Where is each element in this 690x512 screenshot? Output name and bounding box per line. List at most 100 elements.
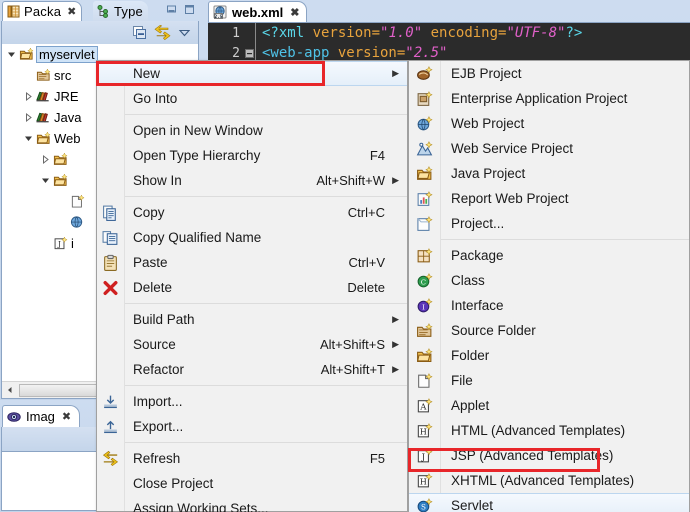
menu-item-web-service-project[interactable]: Web Service Project [409, 136, 689, 161]
maximize-icon[interactable] [183, 3, 196, 16]
xml-file-icon [70, 216, 83, 228]
context-menu[interactable]: New ▶ Go Into Open in New Window Open Type H… [96, 60, 408, 512]
menu-item-label: HTML (Advanced Templates) [451, 423, 626, 438]
line-number: 1 [208, 25, 244, 41]
menu-item-package[interactable]: Package [409, 243, 689, 268]
menu-item-show-in[interactable]: Show In Alt+Shift+W ▶ [97, 168, 407, 193]
line-number: 2 [208, 45, 244, 61]
refresh-icon [102, 450, 119, 466]
menu-item-jsp-advanced-templates[interactable]: J JSP (Advanced Templates) [409, 443, 689, 468]
menu-item-paste[interactable]: Paste Ctrl+V [97, 250, 407, 275]
expand-arrow-icon[interactable] [40, 175, 51, 186]
menu-item-refactor[interactable]: Refactor Alt+Shift+T ▶ [97, 357, 407, 382]
menu-item-label: Export... [133, 419, 184, 434]
file-icon [418, 372, 433, 388]
menu-item-build-path[interactable]: Build Path ▶ [97, 307, 407, 332]
type-hierarchy-icon [97, 4, 110, 18]
menu-item-folder[interactable]: Folder [409, 343, 689, 368]
tab-type-hierarchy[interactable]: Type [93, 1, 148, 21]
menu-item-web-project[interactable]: Web Project [409, 111, 689, 136]
menu-item-label: Open Type Hierarchy [133, 148, 261, 163]
jsp-file-icon: J [417, 447, 433, 462]
svg-text:C: C [421, 278, 426, 286]
menu-item-file[interactable]: File [409, 368, 689, 393]
code-token: "1.0" [380, 25, 423, 41]
view-menu-icon[interactable] [178, 26, 191, 39]
collapse-arrow-icon[interactable] [23, 112, 34, 123]
menu-item-label: Folder [451, 348, 490, 363]
package-explorer-toolbar [2, 21, 198, 44]
scroll-left-icon[interactable] [2, 382, 18, 398]
collapse-arrow-icon[interactable] [40, 154, 51, 165]
collapse-all-icon[interactable] [132, 25, 147, 40]
menu-item-interface[interactable]: I Interface [409, 293, 689, 318]
menu-item-source[interactable]: Source Alt+Shift+S ▶ [97, 332, 407, 357]
menu-item-open-in-new-window[interactable]: Open in New Window [97, 118, 407, 143]
menu-item-shortcut: Alt+Shift+S [319, 337, 385, 352]
menu-item-assign-working-sets[interactable]: Assign Working Sets... [97, 496, 407, 512]
menu-item-export[interactable]: Export... [97, 414, 407, 439]
expand-arrow-icon[interactable] [23, 133, 34, 144]
xhtml-file-icon: H [417, 472, 433, 487]
code-token: version= [337, 45, 406, 61]
source-folder-icon [36, 68, 51, 81]
menu-item-import[interactable]: Import... [97, 389, 407, 414]
enterprise-app-project-icon [417, 90, 433, 106]
menu-item-label: JSP (Advanced Templates) [451, 448, 614, 463]
code-token: encoding= [422, 25, 507, 41]
menu-item-delete[interactable]: Delete Delete [97, 275, 407, 300]
menu-item-html-advanced-templates[interactable]: H HTML (Advanced Templates) [409, 418, 689, 443]
close-icon[interactable]: ✖ [62, 410, 71, 423]
menu-item-report-web-project[interactable]: Report Web Project [409, 186, 689, 211]
menu-item-servlet[interactable]: S Servlet [409, 493, 689, 512]
expand-arrow-icon[interactable] [6, 49, 17, 60]
menu-item-enterprise-application-project[interactable]: Enterprise Application Project [409, 86, 689, 111]
menu-item-copy[interactable]: Copy Ctrl+C [97, 200, 407, 225]
minimize-icon[interactable] [165, 3, 178, 16]
image-view-icon [7, 410, 21, 424]
svg-text:H: H [420, 427, 427, 436]
package-explorer-tab-row: Packa ✖ Type [0, 0, 200, 21]
menu-item-applet[interactable]: A Applet [409, 393, 689, 418]
code-text: <web-app version="2.5" [256, 45, 447, 61]
close-icon[interactable]: ✖ [67, 5, 76, 18]
tab-image-view[interactable]: Imag ✖ [2, 405, 81, 427]
menu-item-new[interactable]: New ▶ [97, 61, 407, 86]
submenu-arrow-icon: ▶ [392, 314, 399, 324]
menu-item-java-project[interactable]: Java Project [409, 161, 689, 186]
menu-item-close-project[interactable]: Close Project [97, 471, 407, 496]
editor-tab-web-xml[interactable]: 2.5 web.xml ✖ [208, 1, 307, 22]
view-window-buttons [165, 3, 196, 16]
eclipse-ide-window: 2.5 web.xml ✖ 1 <?xml version="1.0" encod… [0, 0, 690, 512]
tab-package-explorer[interactable]: Packa ✖ [2, 1, 83, 21]
tree-spacer [57, 196, 68, 207]
menu-item-source-folder[interactable]: Source Folder [409, 318, 689, 343]
menu-item-label: XHTML (Advanced Templates) [451, 473, 635, 488]
menu-item-project[interactable]: Project... [409, 211, 689, 236]
tree-spacer [23, 70, 34, 81]
menu-item-copy-qualified-name[interactable]: Copy Qualified Name [97, 225, 407, 250]
menu-item-class[interactable]: C Class [409, 268, 689, 293]
fold-collapse-icon[interactable] [244, 48, 255, 58]
menu-item-shortcut: Ctrl+V [348, 255, 385, 270]
menu-item-go-into[interactable]: Go Into [97, 86, 407, 111]
link-with-editor-icon[interactable] [154, 25, 171, 40]
tree-item-label: i [71, 236, 74, 251]
menu-item-shortcut: Alt+Shift+T [320, 362, 385, 377]
menu-item-ejb-project[interactable]: EJB Project [409, 61, 689, 86]
menu-item-label: Web Project [451, 116, 525, 131]
menu-item-open-type-hierarchy[interactable]: Open Type Hierarchy F4 [97, 143, 407, 168]
java-project-icon [19, 47, 34, 60]
menu-item-refresh[interactable]: Refresh F5 [97, 446, 407, 471]
new-submenu[interactable]: EJB Project Enterprise Application Projec… [408, 60, 690, 512]
code-token: "2.5" [405, 45, 448, 61]
tree-item-label: Web [54, 131, 81, 146]
collapse-arrow-icon[interactable] [23, 91, 34, 102]
menu-item-xhtml-advanced-templates[interactable]: H XHTML (Advanced Templates) [409, 468, 689, 493]
menu-item-label: Package [451, 248, 504, 263]
submenu-arrow-icon: ▶ [392, 175, 399, 185]
web-service-project-icon [416, 140, 433, 155]
svg-text:2.5: 2.5 [214, 14, 223, 19]
ejb-project-icon [417, 65, 433, 80]
close-icon[interactable]: ✖ [290, 6, 299, 19]
